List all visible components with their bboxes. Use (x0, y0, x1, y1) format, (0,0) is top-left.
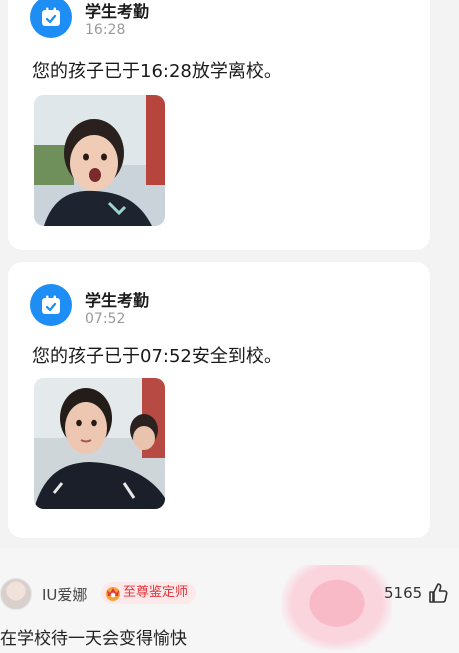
calendar-check-icon (30, 0, 72, 38)
like-count: 5165 (384, 584, 423, 602)
calendar-check-icon (30, 284, 72, 326)
attendance-card-leave: 学生考勤 16:28 您的孩子已于16:28放学离校。 (8, 0, 430, 250)
thumbs-up-icon[interactable] (428, 582, 448, 604)
avatar[interactable] (0, 578, 32, 610)
status-badge: 至尊鉴定师 (101, 582, 197, 604)
sticker-image (282, 565, 392, 650)
app-name: 学生考勤 (85, 291, 150, 310)
attendance-card-arrive: 学生考勤 07:52 您的孩子已于07:52安全到校。 (8, 262, 430, 538)
badge-label: 至尊鉴定师 (123, 585, 189, 600)
comment-text: 在学校待一天会变得愉快 (0, 629, 187, 649)
student-photo[interactable] (34, 95, 165, 226)
student-photo[interactable] (34, 378, 165, 509)
app-name: 学生考勤 (85, 2, 150, 21)
message-time: 07:52 (85, 311, 126, 327)
message-text: 您的孩子已于07:52安全到校。 (32, 346, 282, 367)
message-text: 您的孩子已于16:28放学离校。 (32, 61, 282, 82)
crown-badge-icon (102, 582, 124, 604)
message-time: 16:28 (85, 22, 126, 38)
comment-username[interactable]: IU爱娜 (42, 584, 87, 605)
